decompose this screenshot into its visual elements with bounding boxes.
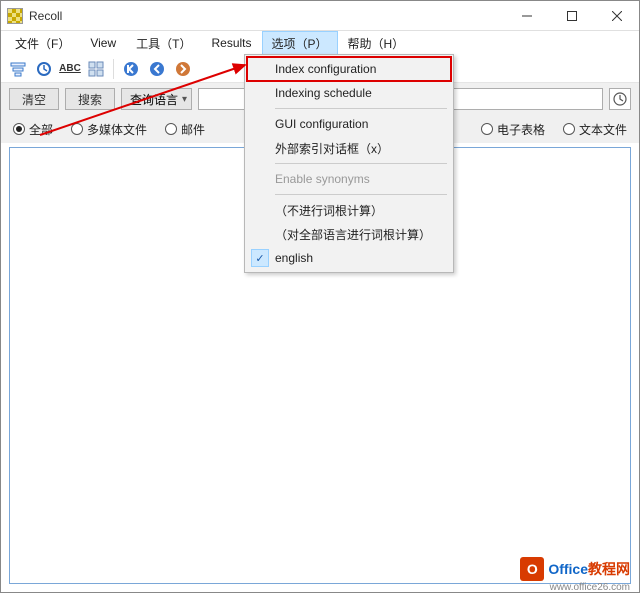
refresh-icon[interactable] xyxy=(33,58,55,80)
titlebar: Recoll xyxy=(1,1,639,31)
maximize-button[interactable] xyxy=(549,1,594,30)
first-icon[interactable] xyxy=(120,58,142,80)
menubar: 文件（F） View 工具（T） Results 选项（P） 帮助（H） xyxy=(1,31,639,55)
radio-text-label: 文本文件 xyxy=(579,121,627,138)
menu-separator xyxy=(275,163,447,164)
radio-mail-label: 邮件 xyxy=(181,121,205,138)
options-menu: Index configuration Indexing schedule GU… xyxy=(244,54,454,273)
separator xyxy=(113,59,114,79)
radio-all[interactable]: 全部 xyxy=(13,121,53,138)
menu-no-stem[interactable]: （不进行词根计算） xyxy=(247,198,451,222)
radio-icon xyxy=(71,123,83,135)
radio-mail[interactable]: 邮件 xyxy=(165,121,205,138)
spellcheck-icon[interactable]: ABC xyxy=(59,58,81,80)
query-language-label: 查询语言 xyxy=(130,91,178,108)
clear-button[interactable]: 清空 xyxy=(9,88,59,110)
menu-index-configuration[interactable]: Index configuration xyxy=(247,57,451,81)
menu-file[interactable]: 文件（F） xyxy=(5,31,80,55)
query-language-dropdown[interactable]: 查询语言 ▾ xyxy=(121,88,192,110)
window-title: Recoll xyxy=(29,9,62,23)
menu-help[interactable]: 帮助（H） xyxy=(338,31,415,55)
filter-icon[interactable] xyxy=(7,58,29,80)
radio-spreadsheet-label: 电子表格 xyxy=(497,121,545,138)
search-button[interactable]: 搜索 xyxy=(65,88,115,110)
watermark-url: www.office26.com xyxy=(550,582,630,593)
menu-all-stem[interactable]: （对全部语言进行词根计算） xyxy=(247,222,451,246)
menu-view[interactable]: View xyxy=(80,31,126,55)
chevron-down-icon: ▾ xyxy=(182,94,187,105)
grid-icon[interactable] xyxy=(85,58,107,80)
radio-icon xyxy=(165,123,177,135)
menu-separator xyxy=(275,108,447,109)
radio-icon xyxy=(563,123,575,135)
radio-all-label: 全部 xyxy=(29,121,53,138)
prev-icon[interactable] xyxy=(146,58,168,80)
radio-text[interactable]: 文本文件 xyxy=(563,121,627,138)
menu-external-index[interactable]: 外部索引对话框（x） xyxy=(247,136,451,160)
menu-indexing-schedule[interactable]: Indexing schedule xyxy=(247,81,451,105)
check-icon: ✓ xyxy=(251,249,269,267)
menu-tools[interactable]: 工具（T） xyxy=(126,31,201,55)
radio-media-label: 多媒体文件 xyxy=(87,121,147,138)
radio-spreadsheet[interactable]: 电子表格 xyxy=(481,121,545,138)
menu-separator xyxy=(275,194,447,195)
history-button[interactable] xyxy=(609,88,631,110)
menu-results[interactable]: Results xyxy=(201,31,261,55)
office-icon: O xyxy=(520,557,544,581)
menu-gui-configuration[interactable]: GUI configuration xyxy=(247,112,451,136)
next-icon[interactable] xyxy=(172,58,194,80)
menu-enable-synonyms: Enable synonyms xyxy=(247,167,451,191)
radio-icon xyxy=(13,123,25,135)
menu-options[interactable]: 选项（P） xyxy=(262,31,338,55)
radio-media[interactable]: 多媒体文件 xyxy=(71,121,147,138)
window-buttons xyxy=(504,1,639,30)
minimize-button[interactable] xyxy=(504,1,549,30)
radio-icon xyxy=(481,123,493,135)
watermark-text: Office教程网 xyxy=(548,559,630,579)
app-icon xyxy=(7,8,23,24)
watermark: O Office教程网 xyxy=(520,557,630,581)
menu-english[interactable]: ✓ english xyxy=(247,246,451,270)
menu-english-label: english xyxy=(275,251,313,265)
close-button[interactable] xyxy=(594,1,639,30)
